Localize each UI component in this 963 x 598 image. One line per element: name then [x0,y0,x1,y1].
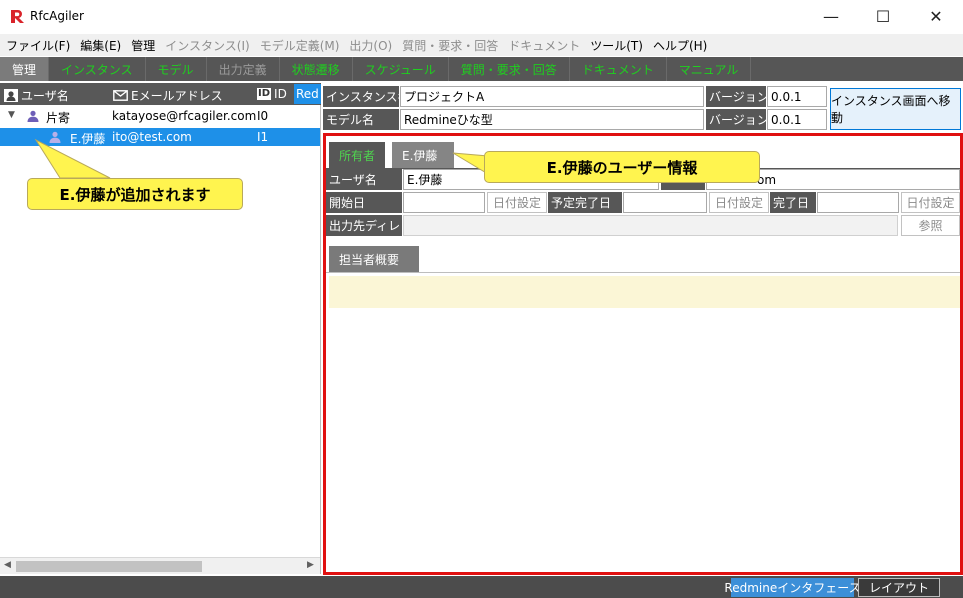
menu-questions[interactable]: 質問・要求・回答 [402,37,498,54]
model-name-field[interactable]: Redmineひな型 [400,109,704,130]
tab-questions[interactable]: 質問・要求・回答 [449,57,570,81]
column-email-label: Eメールアドレス [131,89,223,103]
end-date-field[interactable] [817,192,899,213]
menu-instance[interactable]: インスタンス(I) [165,37,249,54]
planned-end-date-set-button[interactable]: 日付設定 [709,192,769,213]
instance-version-label: バージョン [706,86,769,107]
scroll-left-icon[interactable]: ◀ [4,560,11,570]
menu-document[interactable]: ドキュメント [508,37,580,54]
user-name: 片寄 [46,111,71,125]
tab-model[interactable]: モデル [146,57,207,81]
tree-header: ユーザ名 Eメールアドレス ID ID Red [0,83,321,105]
menu-bar: ファイル(F) 編集(E) 管理 インスタンス(I) モデル定義(M) 出力(O… [0,34,963,56]
tab-schedule[interactable]: スケジュール [353,57,449,81]
summary-divider [326,272,960,273]
instance-name-label: インスタンス名 [323,86,410,107]
callout-user-added: E.伊藤が追加されます [27,178,243,210]
menu-file[interactable]: ファイル(F) [6,37,70,54]
id-icon: ID [257,88,272,100]
tab-instance[interactable]: インスタンス [49,57,146,81]
scrollbar-thumb[interactable] [16,561,202,572]
redmine-interface-button[interactable]: Redmineインタフェース [724,578,861,597]
layout-button[interactable]: レイアウト [858,578,940,597]
tab-manual[interactable]: マニュアル [667,57,752,81]
end-date-set-button[interactable]: 日付設定 [901,192,960,213]
start-date-set-button[interactable]: 日付設定 [487,192,547,213]
column-user-name-label: ユーザ名 [21,89,69,103]
user-id: I1 [257,130,269,144]
column-id[interactable]: ID ID [257,87,287,101]
goto-instance-screen-button[interactable]: インスタンス画面へ移動 [830,88,961,130]
menu-tools[interactable]: ツール(T) [590,37,643,54]
user-id: I0 [257,109,269,123]
menu-model-definition[interactable]: モデル定義(M) [260,37,340,54]
app-logo-icon [11,10,24,23]
close-button[interactable]: ✕ [913,0,959,33]
tree-row-ito[interactable]: E.伊藤 ito@test.com I1 [0,128,320,146]
tab-assignee-summary[interactable]: 担当者概要 [329,246,419,272]
tab-owner[interactable]: 所有者 [329,142,386,168]
planned-end-date-field[interactable] [623,192,707,213]
minimize-button[interactable]: — [808,0,854,33]
status-bar: Redmineインタフェース レイアウト [0,576,963,598]
start-date-label: 開始日 [326,192,402,213]
title-bar: RfcAgiler — ☐ ✕ [0,0,963,33]
tree-row-katayose[interactable]: ▼ 片寄 katayose@rfcagiler.com I0 [0,107,321,125]
main-tab-strip: 管理 インスタンス モデル 出力定義 状態遷移 スケジュール 質問・要求・回答 … [0,57,963,81]
user-icon [4,89,18,102]
tab-output-definition[interactable]: 出力定義 [207,57,280,81]
instance-name-field[interactable]: プロジェクトA [400,86,704,107]
assignee-summary-textarea[interactable] [329,276,960,308]
start-date-field[interactable] [403,192,485,213]
person-icon [27,110,39,122]
user-email: katayose@rfcagiler.com [112,109,257,123]
scroll-right-icon[interactable]: ▶ [307,560,314,570]
column-email[interactable]: Eメールアドレス [113,87,223,104]
tab-user-ito[interactable]: E.伊藤 [392,142,454,168]
column-id-label: ID [274,87,287,101]
expand-arrow-icon[interactable]: ▼ [8,110,15,120]
maximize-button[interactable]: ☐ [860,0,906,33]
tab-document[interactable]: ドキュメント [570,57,667,81]
horizontal-scrollbar[interactable]: ◀ ▶ [0,557,320,574]
planned-end-date-label: 予定完了日 [548,192,622,213]
column-red[interactable]: Red [294,84,321,104]
model-version-label: バージョン [706,109,769,130]
user-email: ito@test.com [112,130,192,144]
tab-state-transition[interactable]: 状態遷移 [280,57,353,81]
end-date-label: 完了日 [770,192,816,213]
browse-button[interactable]: 参照 [901,215,960,236]
model-name-label: モデル名 [323,109,399,130]
output-dir-field[interactable] [403,215,898,236]
person-icon [49,131,61,143]
user-name: E.伊藤 [70,132,106,146]
model-version-field[interactable]: 0.0.1 [767,109,827,130]
mail-icon [113,90,128,101]
column-user-name[interactable]: ユーザ名 [4,87,69,104]
callout-user-info: E.伊藤のユーザー情報 [484,151,760,183]
window-title: RfcAgiler [30,9,84,23]
menu-help[interactable]: ヘルプ(H) [653,37,707,54]
menu-output[interactable]: 出力(O) [349,37,392,54]
output-dir-label: 出力先ディレ [326,215,402,236]
user-tree-panel: ユーザ名 Eメールアドレス ID ID Red ▼ 片寄 katayose@rf… [0,83,321,574]
user-detail-panel: 所有者 E.伊藤 ユーザ名 E.伊藤 om 開始日 日付設定 予定完了日 日付設… [323,133,963,575]
tab-manage[interactable]: 管理 [0,57,50,81]
username-label: ユーザ名 [326,169,402,190]
menu-manage[interactable]: 管理 [131,37,155,54]
instance-version-field[interactable]: 0.0.1 [767,86,827,107]
menu-edit[interactable]: 編集(E) [80,37,121,54]
